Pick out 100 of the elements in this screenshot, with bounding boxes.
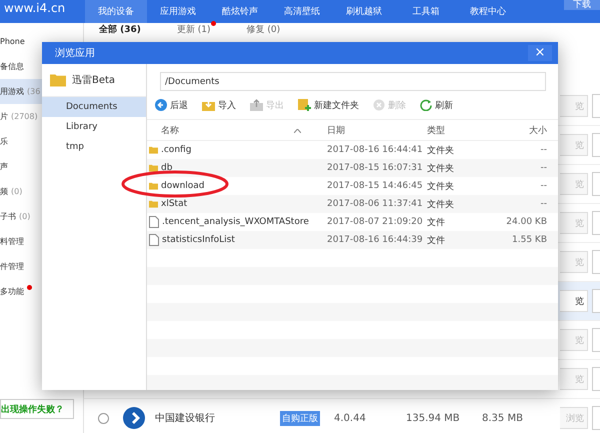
file-size: -- [540, 145, 547, 155]
file-date: 2017-08-06 11:37:41 [327, 199, 424, 209]
sidebar-item-label: 片 [0, 111, 8, 122]
file-row[interactable]: statisticsInfoList 2017-08-16 16:44:39 文件 1.55 KB [147, 231, 558, 249]
file-type: 文件夹 [427, 180, 455, 192]
row-control[interactable] [592, 172, 600, 196]
sidebar-item-label: 子书 [0, 211, 16, 222]
browse-button[interactable]: 览 [560, 290, 588, 312]
filter-tab[interactable]: 更新 (1) [176, 23, 210, 38]
close-button[interactable]: × [528, 45, 552, 61]
file-size: -- [540, 181, 547, 191]
folder-icon [149, 200, 158, 208]
dialog-title: 浏览应用 [55, 46, 95, 60]
app-size: 135.94 MB [406, 412, 461, 424]
file-row[interactable]: download 2017-08-15 14:46:45 文件夹 -- [147, 177, 558, 195]
file-date: 2017-08-15 16:07:31 [327, 163, 424, 173]
column-header[interactable]: 日期 [327, 126, 345, 136]
new-folder-icon [298, 99, 311, 111]
filter-tab[interactable]: 全部 (36) [99, 23, 141, 38]
file-date: 2017-08-15 14:46:45 [327, 181, 424, 191]
file-size: -- [540, 199, 547, 209]
row-control[interactable] [592, 250, 600, 274]
folder-item[interactable]: Documents [42, 97, 146, 117]
file-icon [149, 216, 159, 228]
folder-icon [149, 182, 158, 190]
back-button[interactable]: 后退 [155, 98, 188, 112]
row-control[interactable] [592, 289, 600, 313]
file-name: statisticsInfoList [162, 235, 235, 245]
help-link[interactable]: 出现操作失败？ [0, 399, 74, 419]
row-control[interactable] [592, 133, 600, 157]
file-type: 文件 [427, 216, 446, 228]
nav-tab[interactable]: 应用游戏 [147, 0, 209, 23]
folder-item[interactable]: tmp [42, 137, 146, 157]
column-header[interactable]: 类型 [427, 126, 445, 136]
delete-icon [373, 99, 385, 111]
file-type: 文件夹 [427, 198, 455, 210]
sidebar-item-label: 件管理 [0, 261, 24, 272]
sidebar-item-label: 多功能 [0, 286, 24, 297]
data-size: 8.35 MB [482, 412, 524, 424]
sidebar-item[interactable]: 多功能 [0, 279, 83, 304]
item-count: (2708) [11, 112, 38, 121]
file-date: 2017-08-16 16:44:41 [327, 145, 424, 155]
folder-item[interactable]: Library [42, 117, 146, 137]
nav-tab[interactable]: 刷机越狱 [333, 0, 395, 23]
sidebar-item-label: 用游戏 [0, 86, 24, 97]
file-size: -- [540, 163, 547, 173]
file-type: 文件夹 [427, 162, 455, 174]
item-count: (0) [11, 187, 22, 196]
file-type: 文件夹 [427, 144, 455, 156]
app-version: 4.0.44 [334, 412, 367, 424]
file-size: 1.55 KB [511, 235, 547, 245]
app-name: 中国建设银行 [155, 412, 216, 425]
item-count: (0) [19, 212, 30, 221]
file-name: db [161, 163, 172, 173]
nav-tab[interactable]: 酷炫铃声 [209, 0, 271, 23]
row-control[interactable] [592, 94, 600, 118]
nav-tab[interactable]: 我的设备 [85, 0, 147, 23]
row-control[interactable] [592, 406, 600, 430]
import-icon [202, 99, 215, 111]
nav-tab[interactable]: 工具箱 [395, 0, 457, 23]
file-row[interactable]: .config 2017-08-16 16:44:41 文件夹 -- [147, 141, 558, 159]
sort-caret-icon [294, 128, 301, 132]
row-control[interactable] [592, 328, 600, 352]
site-logo: www.i4.cn [3, 0, 66, 17]
import-button[interactable]: 导入 [202, 98, 236, 112]
file-name: xlStat [161, 199, 188, 209]
column-header[interactable]: 名称 [161, 126, 179, 136]
file-icon [149, 234, 159, 246]
file-row[interactable]: .tencent_analysis_WXOMTAStore 2017-08-07 21:09:20 文件 24.00 KB [147, 213, 558, 231]
file-name: .config [161, 145, 192, 155]
new-folder-button[interactable]: 新建文件夹 [298, 98, 359, 112]
sidebar-item-label: 频 [0, 186, 8, 197]
file-size: 24.00 KB [505, 217, 547, 227]
sidebar-item-label: 料管理 [0, 236, 24, 247]
item-count: (36 [27, 87, 40, 96]
file-name: download [161, 181, 205, 191]
sidebar-item-label: 备信息 [0, 61, 24, 72]
nav-tab[interactable]: 高清壁纸 [271, 0, 333, 23]
row-control[interactable] [592, 211, 600, 235]
back-icon [155, 99, 167, 111]
folder-icon [149, 146, 158, 154]
export-icon [250, 99, 263, 111]
file-row[interactable]: xlStat 2017-08-06 11:37:41 文件夹 -- [147, 195, 558, 213]
file-type: 文件 [427, 234, 446, 246]
file-date: 2017-08-07 21:09:20 [327, 217, 424, 227]
refresh-icon [420, 99, 432, 111]
sidebar-item-label: 声 [0, 161, 8, 172]
row-control[interactable] [592, 367, 600, 391]
path-field[interactable]: /Documents [160, 72, 546, 91]
filter-tab[interactable]: 修复 (0) [246, 23, 280, 38]
file-name: .tencent_analysis_WXOMTAStore [162, 217, 309, 227]
file-row[interactable]: db 2017-08-15 16:07:31 文件夹 -- [147, 159, 558, 177]
refresh-button[interactable]: 刷新 [420, 98, 453, 112]
license-badge: 自购正版 [280, 410, 320, 426]
app-logo-icon [123, 407, 145, 429]
file-date: 2017-08-16 16:44:39 [327, 235, 424, 245]
column-header[interactable]: 大小 [529, 126, 547, 136]
nav-tab[interactable]: 教程中心 [457, 0, 519, 23]
folder-icon [50, 73, 66, 87]
radio-button[interactable] [98, 412, 109, 424]
